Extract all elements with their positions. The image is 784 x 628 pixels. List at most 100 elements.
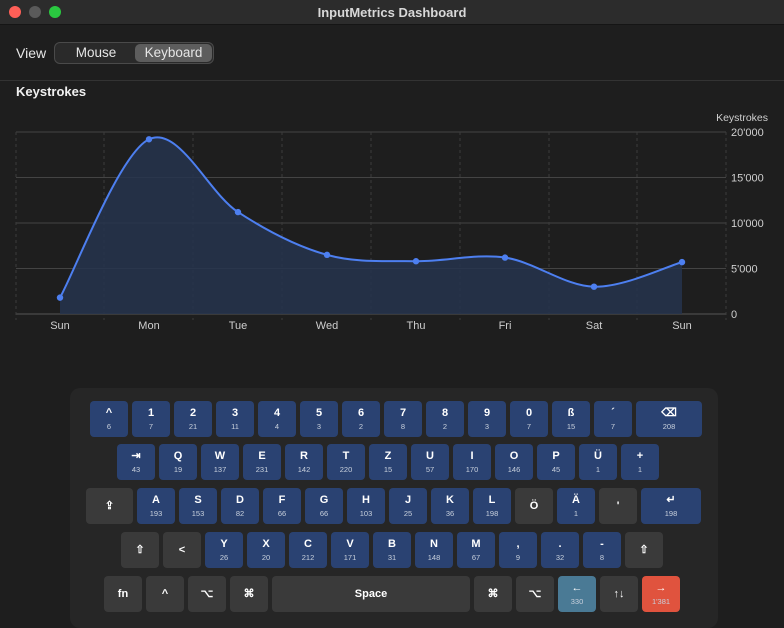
key-count: 1'381 <box>651 596 671 606</box>
key[interactable]: ← 330 <box>558 576 596 612</box>
key[interactable]: O 146 <box>495 444 533 480</box>
key[interactable]: W 137 <box>201 444 239 480</box>
key[interactable]: ' <box>599 488 637 524</box>
key[interactable]: Y 26 <box>205 532 243 568</box>
x-tick-label: Mon <box>138 320 159 332</box>
key[interactable]: 2 21 <box>174 401 212 437</box>
key[interactable]: 17 <box>132 401 170 437</box>
key[interactable]: T 220 <box>327 444 365 480</box>
key-label: ↵ <box>666 493 676 506</box>
key[interactable]: F 66 <box>263 488 301 524</box>
view-option-keyboard[interactable]: Keyboard <box>135 44 212 62</box>
key-count: 8 <box>400 421 406 431</box>
key[interactable]: C 212 <box>289 532 327 568</box>
key[interactable]: ^ <box>146 576 184 612</box>
key[interactable]: M 67 <box>457 532 495 568</box>
key[interactable]: ⌫ 208 <box>636 401 702 437</box>
key[interactable]: ´ 7 <box>594 401 632 437</box>
key[interactable]: J 25 <box>389 488 427 524</box>
key-count: 32 <box>555 552 565 562</box>
key-count: 36 <box>445 508 455 518</box>
key-count: 153 <box>191 508 205 518</box>
key[interactable]: ⇧ <box>625 532 663 568</box>
data-point <box>501 254 509 261</box>
key-label: ⇧ <box>135 543 145 556</box>
key[interactable]: ⌥ <box>516 576 554 612</box>
key[interactable]: ⌥ <box>188 576 226 612</box>
key-label: O <box>509 449 519 462</box>
key[interactable]: U 57 <box>411 444 449 480</box>
key[interactable]: B 31 <box>373 532 411 568</box>
key-label: U <box>426 449 434 462</box>
y-tick-label: 5'000 <box>731 264 758 276</box>
key-label: J <box>404 493 412 506</box>
key-label: ⇧ <box>639 543 649 556</box>
key-count: 3 <box>484 421 490 431</box>
key[interactable]: ⇥ 43 <box>117 444 155 480</box>
key[interactable]: -8 <box>583 532 621 568</box>
x-tick-label: Wed <box>316 320 338 332</box>
divider <box>0 80 784 81</box>
key[interactable]: ⌘ <box>474 576 512 612</box>
key-count: 11 <box>231 421 239 431</box>
key-label: ⌥ <box>528 587 542 600</box>
key[interactable]: Q 19 <box>159 444 197 480</box>
key[interactable]: P 45 <box>537 444 575 480</box>
key[interactable]: 93 <box>468 401 506 437</box>
key[interactable]: R 142 <box>285 444 323 480</box>
key[interactable]: ↑↓ <box>600 576 638 612</box>
key[interactable]: D 82 <box>221 488 259 524</box>
key-label: F <box>278 493 286 506</box>
key[interactable]: < <box>163 532 201 568</box>
key[interactable]: Ä1 <box>557 488 595 524</box>
key[interactable]: . 32 <box>541 532 579 568</box>
key[interactable]: ⇧ <box>121 532 159 568</box>
key-label: Ä <box>572 493 580 506</box>
key[interactable]: X 20 <box>247 532 285 568</box>
key[interactable]: ^ 6 <box>90 401 128 437</box>
key[interactable]: Ü1 <box>579 444 617 480</box>
key[interactable]: 07 <box>510 401 548 437</box>
key[interactable]: ⌘ <box>230 576 268 612</box>
key-count: 1 <box>573 508 579 518</box>
x-tick-label: Thu <box>407 320 426 332</box>
key-count: 8 <box>599 552 605 562</box>
key[interactable]: E 231 <box>243 444 281 480</box>
key-label: S <box>194 493 202 506</box>
key[interactable]: N 148 <box>415 532 453 568</box>
key[interactable]: 3 11 <box>216 401 254 437</box>
key[interactable]: G 66 <box>305 488 343 524</box>
key-label: - <box>600 537 604 550</box>
key[interactable]: Space <box>272 576 470 612</box>
key[interactable]: 82 <box>426 401 464 437</box>
key[interactable]: fn <box>104 576 142 612</box>
key[interactable]: I 170 <box>453 444 491 480</box>
view-option-mouse[interactable]: Mouse <box>57 44 135 62</box>
key[interactable]: → 1'381 <box>642 576 680 612</box>
key[interactable]: 78 <box>384 401 422 437</box>
key[interactable]: +1 <box>621 444 659 480</box>
key-label: V <box>346 537 354 550</box>
data-point <box>145 136 153 143</box>
keystrokes-chart: Keystrokes 0 5'000 10'000 15'000 20'000 Sun Mon… <box>15 112 768 332</box>
key[interactable]: L 198 <box>473 488 511 524</box>
key-count: 3 <box>316 421 322 431</box>
key[interactable]: ß 15 <box>552 401 590 437</box>
key-label: 4 <box>273 406 281 419</box>
key[interactable]: K 36 <box>431 488 469 524</box>
key[interactable]: Z 15 <box>369 444 407 480</box>
key[interactable]: 62 <box>342 401 380 437</box>
key-label: 1 <box>147 406 155 419</box>
key-count: 26 <box>219 552 229 562</box>
key[interactable]: ,9 <box>499 532 537 568</box>
title-bar: InputMetrics Dashboard <box>0 0 784 25</box>
key[interactable]: A 193 <box>137 488 175 524</box>
key[interactable]: S 153 <box>179 488 217 524</box>
key[interactable]: 44 <box>258 401 296 437</box>
key[interactable]: 53 <box>300 401 338 437</box>
key[interactable]: ⇪ <box>86 488 133 524</box>
key[interactable]: H 103 <box>347 488 385 524</box>
key[interactable]: Ö <box>515 488 553 524</box>
key[interactable]: ↵ 198 <box>641 488 701 524</box>
key[interactable]: V 171 <box>331 532 369 568</box>
